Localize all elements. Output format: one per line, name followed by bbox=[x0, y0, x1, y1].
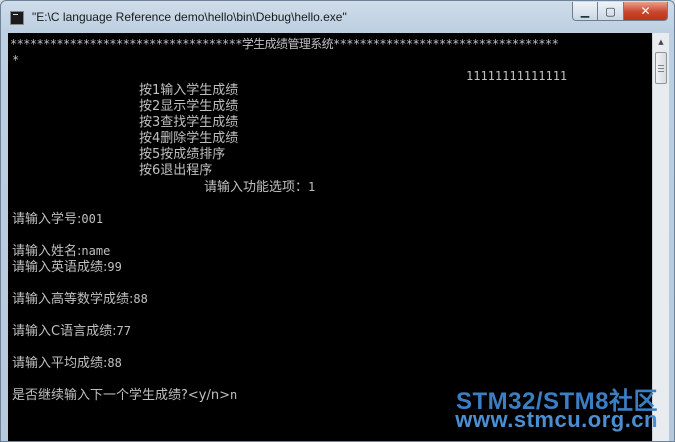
menu-item-1: 按1输入学生成绩 bbox=[139, 83, 239, 98]
console-window: "E:\C language Reference demo\hello\bin\… bbox=[0, 0, 675, 442]
maximize-button[interactable]: ▢ bbox=[598, 2, 624, 21]
input-value-average: 88 bbox=[107, 356, 122, 370]
input-value-name: name bbox=[81, 244, 111, 258]
minimize-button[interactable]: ▁ bbox=[572, 2, 598, 21]
watermark-url: www.stmcu.org.cn bbox=[455, 407, 658, 432]
option-prompt: 请输入功能选项： bbox=[204, 180, 309, 195]
input-label-name: 请输入姓名: bbox=[12, 244, 82, 259]
option-value: 1 bbox=[308, 180, 316, 194]
scroll-thumb[interactable] bbox=[655, 52, 667, 84]
input-line-name: 请输入姓名:name bbox=[12, 243, 110, 260]
continue-value: n bbox=[230, 388, 238, 402]
ones-line: 11111111111111 bbox=[466, 69, 568, 83]
input-line-c: 请输入C语言成绩:77 bbox=[12, 323, 131, 340]
caption-buttons: ▁ ▢ ✕ bbox=[572, 2, 668, 22]
menu-item-5: 按5按成绩排序 bbox=[139, 147, 226, 162]
input-value-english: 99 bbox=[107, 260, 122, 274]
continue-prompt: 是否继续输入下一个学生成绩?<y/n> bbox=[12, 388, 230, 403]
input-label-average: 请输入平均成绩: bbox=[12, 356, 108, 371]
option-prompt-line: 请输入功能选项：1 bbox=[204, 179, 315, 196]
continue-line: 是否继续输入下一个学生成绩?<y/n>n bbox=[12, 387, 237, 404]
thumb-grip-line bbox=[658, 68, 664, 69]
header-line: ***********************************学生成绩管… bbox=[10, 37, 559, 51]
thumb-grip-line bbox=[658, 65, 664, 66]
input-value-c: 77 bbox=[116, 324, 131, 338]
input-line-english: 请输入英语成绩:99 bbox=[12, 259, 122, 276]
input-line-math: 请输入高等数学成绩:88 bbox=[12, 291, 148, 308]
star-line: * bbox=[12, 53, 20, 67]
input-line-id: 请输入学号:001 bbox=[12, 211, 103, 228]
window-title: "E:\C language Reference demo\hello\bin\… bbox=[32, 10, 347, 24]
input-label-math: 请输入高等数学成绩: bbox=[12, 292, 134, 307]
input-value-id: 001 bbox=[81, 212, 104, 226]
input-value-math: 88 bbox=[133, 292, 148, 306]
input-label-english: 请输入英语成绩: bbox=[12, 260, 108, 275]
scroll-up-arrow-icon[interactable]: ▲ bbox=[653, 33, 669, 50]
thumb-grip-line bbox=[658, 71, 664, 72]
input-line-average: 请输入平均成绩:88 bbox=[12, 355, 122, 372]
input-label-c: 请输入C语言成绩: bbox=[12, 324, 117, 339]
menu-item-6: 按6退出程序 bbox=[139, 163, 213, 178]
title-bar[interactable]: "E:\C language Reference demo\hello\bin\… bbox=[1, 1, 674, 33]
menu-item-3: 按3查找学生成绩 bbox=[139, 115, 239, 130]
menu-item-2: 按2显示学生成绩 bbox=[139, 99, 239, 114]
close-button[interactable]: ✕ bbox=[624, 2, 668, 21]
menu-item-4: 按4删除学生成绩 bbox=[139, 131, 239, 146]
input-label-id: 请输入学号: bbox=[12, 212, 82, 227]
console-app-icon[interactable] bbox=[10, 11, 24, 25]
